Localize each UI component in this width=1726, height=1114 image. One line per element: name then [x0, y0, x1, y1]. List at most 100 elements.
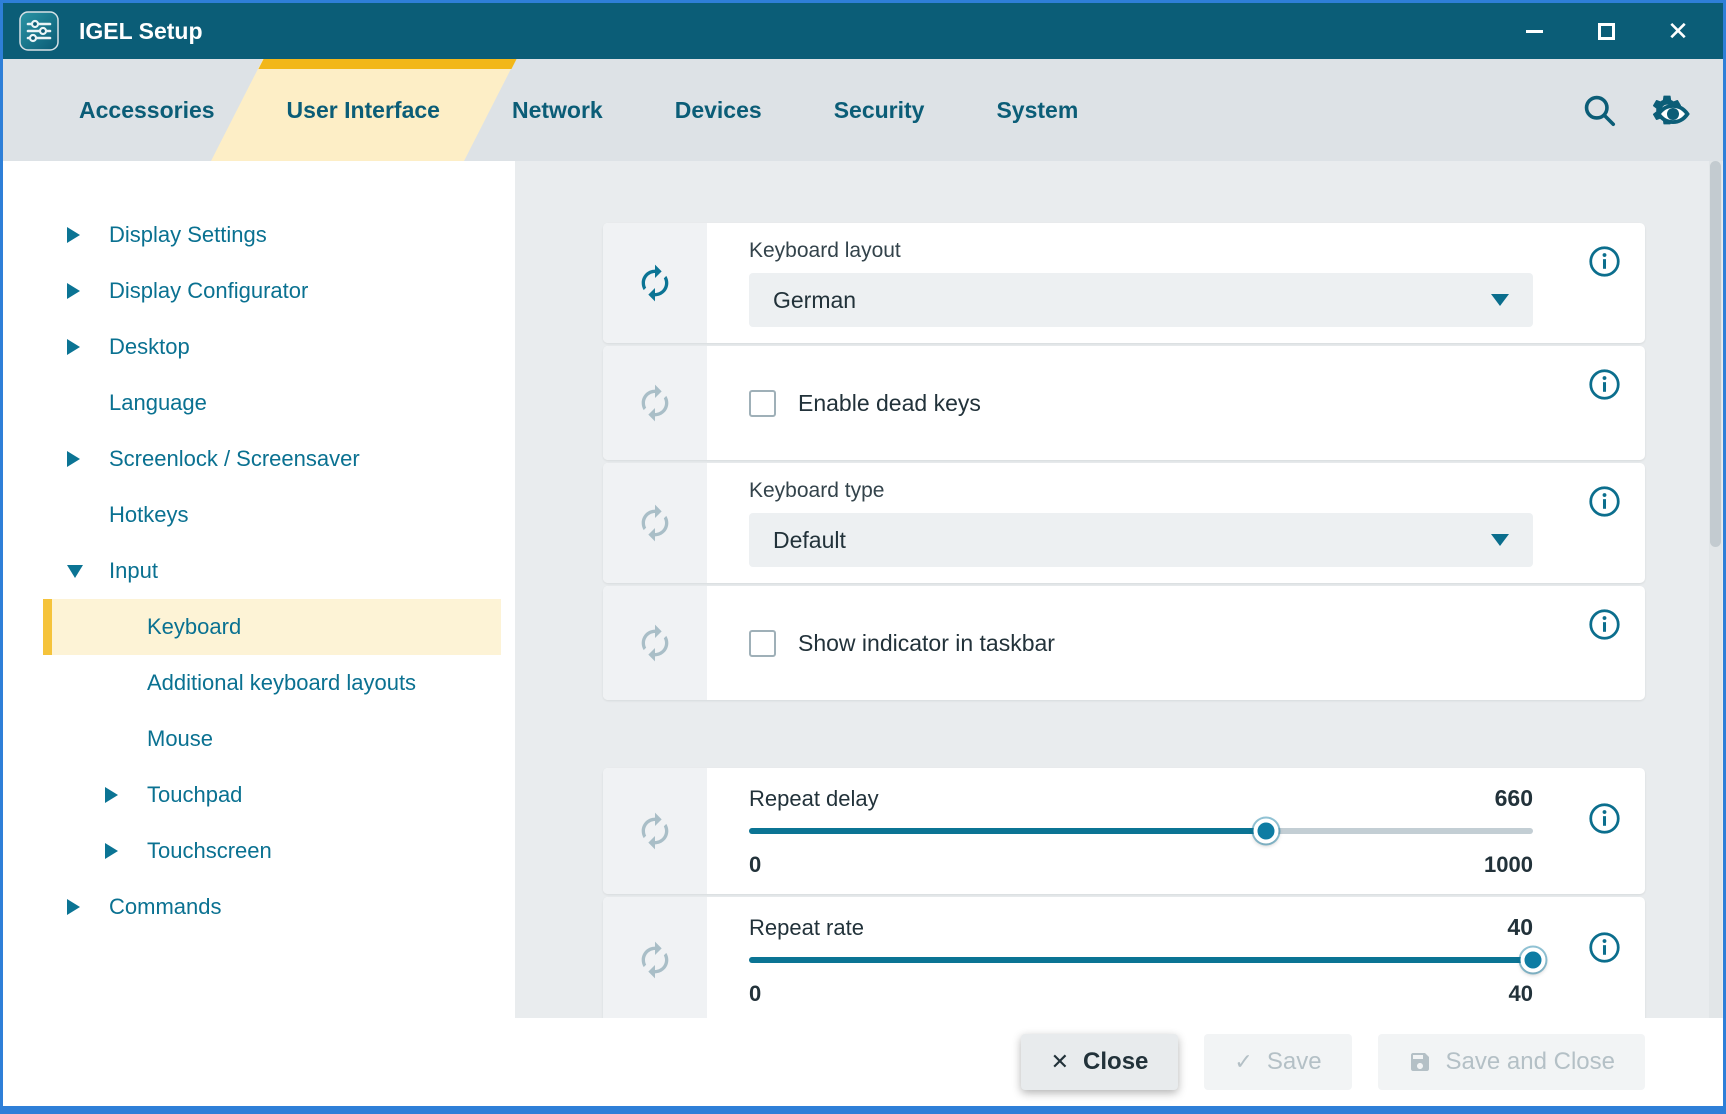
sidebar-item-mouse[interactable]: Mouse: [43, 711, 501, 767]
setting-card-keyboard-layout: Keyboard layout German: [603, 223, 1645, 343]
setting-card-keyboard-type: Keyboard type Default: [603, 463, 1645, 583]
tab-label: Devices: [675, 97, 762, 124]
tabbar: Accessories User Interface Network Devic…: [3, 59, 1723, 161]
sidebar-item-commands[interactable]: Commands: [43, 879, 501, 935]
enable-dead-keys-checkbox[interactable]: [749, 390, 776, 417]
search-icon[interactable]: [1579, 90, 1619, 130]
info-icon[interactable]: [1588, 608, 1621, 641]
field-label: Keyboard layout: [749, 239, 1533, 263]
chevron-right-icon: [67, 899, 80, 915]
save-button-label: Save: [1267, 1048, 1322, 1076]
minimize-icon: [1526, 30, 1543, 33]
sidebar-item-label: Additional keyboard layouts: [147, 670, 416, 696]
window-controls: ✕: [1519, 16, 1693, 46]
dropdown-value: Default: [773, 527, 1491, 554]
dropdown-value: German: [773, 287, 1491, 314]
sidebar-item-display-configurator[interactable]: Display Configurator: [43, 263, 501, 319]
eye-icon: [1655, 96, 1691, 132]
sidebar-item-keyboard[interactable]: Keyboard: [43, 599, 501, 655]
slider-min-value: 0: [749, 852, 761, 878]
main: Display Settings Display Configurator De…: [3, 161, 1723, 1018]
checkbox-label: Enable dead keys: [798, 390, 981, 417]
chevron-down-icon: [67, 565, 83, 578]
reset-to-default-icon[interactable]: [635, 383, 675, 423]
slider-max-value: 1000: [1484, 852, 1533, 878]
show-indicator-checkbox[interactable]: [749, 630, 776, 657]
chevron-right-icon: [67, 227, 80, 243]
reset-to-default-icon[interactable]: [635, 503, 675, 543]
info-icon[interactable]: [1588, 931, 1621, 964]
slider-label: Repeat delay: [749, 786, 879, 812]
slider-thumb[interactable]: [1521, 947, 1546, 972]
save-button[interactable]: ✓ Save: [1204, 1034, 1351, 1090]
close-button[interactable]: ✕ Close: [1021, 1034, 1179, 1090]
chevron-right-icon: [105, 787, 118, 803]
sidebar-item-hotkeys[interactable]: Hotkeys: [43, 487, 501, 543]
tab-security[interactable]: Security: [798, 59, 961, 161]
checkbox-label: Show indicator in taskbar: [798, 630, 1055, 657]
chevron-down-icon: [1491, 534, 1509, 546]
slider-max-value: 40: [1509, 981, 1533, 1007]
repeat-delay-slider[interactable]: [749, 828, 1533, 834]
close-x-icon: ✕: [1051, 1049, 1069, 1075]
save-and-close-button-label: Save and Close: [1446, 1048, 1615, 1076]
sidebar-item-label: Keyboard: [147, 614, 241, 640]
sidebar-item-label: Commands: [109, 894, 221, 920]
chevron-right-icon: [67, 339, 80, 355]
sidebar-item-label: Input: [109, 558, 158, 584]
sidebar-item-desktop[interactable]: Desktop: [43, 319, 501, 375]
reset-to-default-icon[interactable]: [635, 811, 675, 851]
info-icon[interactable]: [1588, 245, 1621, 278]
slider-label: Repeat rate: [749, 915, 864, 941]
tab-label: Security: [834, 97, 925, 124]
keyboard-layout-select[interactable]: German: [749, 273, 1533, 327]
scrollbar-thumb[interactable]: [1710, 161, 1721, 547]
sidebar-item-label: Language: [109, 390, 207, 416]
vertical-scrollbar[interactable]: [1709, 161, 1722, 1018]
slider-thumb[interactable]: [1254, 818, 1279, 843]
sidebar-item-touchpad[interactable]: Touchpad: [43, 767, 501, 823]
sidebar-item-screenlock-screensaver[interactable]: Screenlock / Screensaver: [43, 431, 501, 487]
slider-min-value: 0: [749, 981, 761, 1007]
setting-card-repeat-delay: Repeat delay 660 0 1000: [603, 768, 1645, 894]
close-button-label: Close: [1083, 1048, 1148, 1076]
check-icon: ✓: [1234, 1049, 1252, 1075]
tabs: Accessories User Interface Network Devic…: [43, 59, 1114, 161]
info-icon[interactable]: [1588, 802, 1621, 835]
chevron-right-icon: [67, 451, 80, 467]
sidebar-item-label: Mouse: [147, 726, 213, 752]
setting-card-enable-dead-keys: Enable dead keys: [603, 346, 1645, 460]
reset-to-default-icon[interactable]: [635, 263, 675, 303]
tab-system[interactable]: System: [960, 59, 1114, 161]
sidebar-item-label: Touchpad: [147, 782, 242, 808]
setting-card-repeat-rate: Repeat rate 40 0 40: [603, 897, 1645, 1018]
keyboard-type-select[interactable]: Default: [749, 513, 1533, 567]
sidebar-item-touchscreen[interactable]: Touchscreen: [43, 823, 501, 879]
tab-user-interface[interactable]: User Interface: [251, 59, 476, 161]
minimize-button[interactable]: [1519, 16, 1549, 46]
sidebar-item-language[interactable]: Language: [43, 375, 501, 431]
tab-devices[interactable]: Devices: [639, 59, 798, 161]
chevron-right-icon: [105, 843, 118, 859]
slider-current-value: 660: [1495, 785, 1533, 812]
tab-network[interactable]: Network: [476, 59, 639, 161]
sidebar-item-label: Touchscreen: [147, 838, 272, 864]
maximize-button[interactable]: [1591, 16, 1621, 46]
info-icon[interactable]: [1588, 485, 1621, 518]
reset-to-default-icon[interactable]: [635, 940, 675, 980]
card-group-gap: [603, 703, 1645, 765]
repeat-rate-slider[interactable]: [749, 957, 1533, 963]
sidebar-item-label: Display Settings: [109, 222, 267, 248]
slider-fill: [749, 957, 1533, 963]
sidebar-item-display-settings[interactable]: Display Settings: [43, 207, 501, 263]
settings-visibility-gear-icon[interactable]: [1647, 90, 1687, 130]
reset-to-default-icon[interactable]: [635, 623, 675, 663]
tab-label: Accessories: [79, 97, 215, 124]
settings-panel: Keyboard layout German: [515, 161, 1723, 1018]
sidebar-item-additional-keyboard-layouts[interactable]: Additional keyboard layouts: [43, 655, 501, 711]
info-icon[interactable]: [1588, 368, 1621, 401]
tab-label: User Interface: [287, 97, 440, 124]
close-window-button[interactable]: ✕: [1663, 16, 1693, 46]
save-and-close-button[interactable]: Save and Close: [1378, 1034, 1645, 1090]
sidebar-item-input[interactable]: Input: [43, 543, 501, 599]
